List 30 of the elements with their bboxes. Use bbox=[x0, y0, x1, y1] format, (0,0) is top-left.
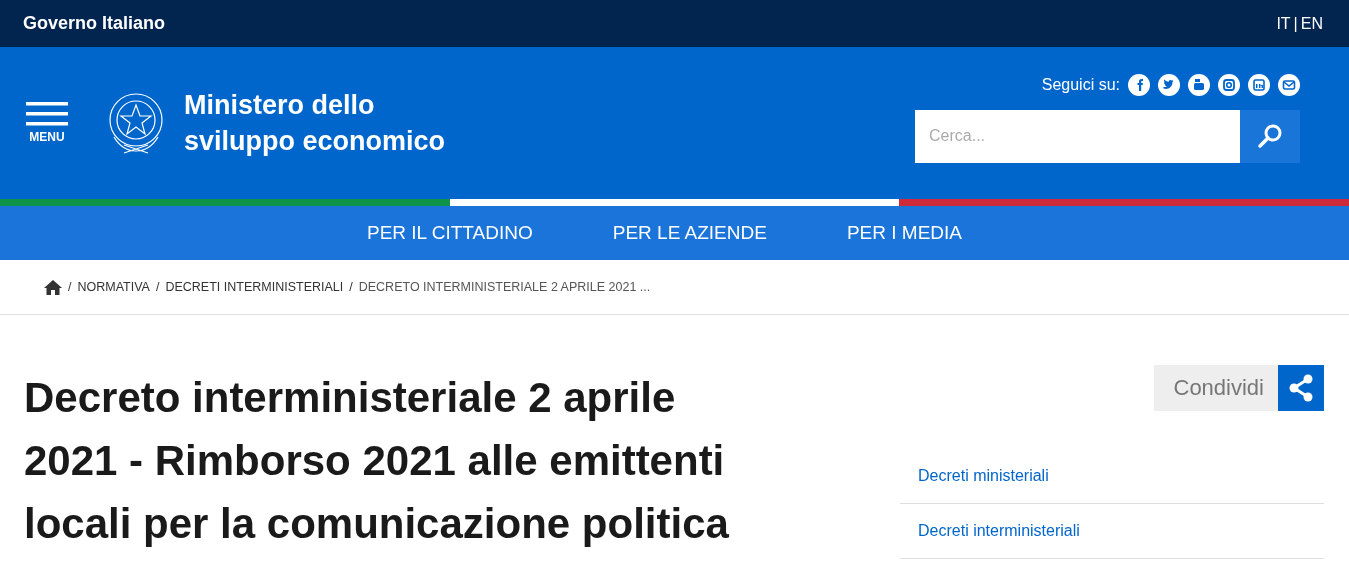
nav-link[interactable]: PER I MEDIA bbox=[846, 222, 962, 244]
breadcrumb-separator: / bbox=[68, 280, 72, 294]
site-brand[interactable]: Governo Italiano bbox=[23, 13, 166, 34]
breadcrumb-separator: / bbox=[349, 280, 353, 294]
breadcrumb-link[interactable]: DECRETI INTERMINISTERIALI bbox=[165, 280, 344, 294]
site-title[interactable]: Ministero dello sviluppo economico bbox=[184, 87, 446, 159]
social-label: Seguici su: bbox=[1041, 75, 1120, 94]
menu-button[interactable]: MENU bbox=[26, 102, 68, 144]
instagram-icon[interactable] bbox=[1218, 73, 1240, 96]
search-button[interactable] bbox=[1240, 109, 1300, 163]
share-label[interactable]: Condividi bbox=[1153, 365, 1278, 411]
breadcrumb-current: DECRETO INTERMINISTERIALE 2 APRILE 2021 ... bbox=[358, 280, 651, 294]
twitter-icon[interactable] bbox=[1158, 73, 1180, 96]
envelope-icon[interactable] bbox=[1278, 73, 1300, 96]
side-link[interactable]: Decreti interministeriali bbox=[900, 504, 1324, 559]
language-link[interactable]: IT bbox=[1276, 14, 1291, 33]
breadcrumb-separator: / bbox=[155, 280, 160, 294]
share-button[interactable] bbox=[1278, 365, 1324, 411]
breadcrumb-link[interactable]: NORMATIVA bbox=[77, 280, 150, 294]
search-icon bbox=[1257, 123, 1283, 149]
page-title: Decreto interministeriale 2 aprile 2021 - Rimborso 2021 alle emittenti locali per la comunicazione politica bbox=[24, 373, 730, 549]
nav-link[interactable]: PER LE AZIENDE bbox=[612, 222, 767, 244]
language-separator: | bbox=[1293, 14, 1298, 33]
facebook-icon[interactable] bbox=[1128, 73, 1150, 96]
search-field[interactable]: Cerca... bbox=[915, 109, 1240, 163]
language-link[interactable]: EN bbox=[1300, 14, 1323, 33]
share-icon bbox=[1288, 374, 1314, 402]
side-link[interactable]: Decreti ministeriali bbox=[900, 449, 1324, 504]
home-icon[interactable] bbox=[44, 279, 62, 295]
nav-link[interactable]: PER IL CITTADINO bbox=[367, 222, 533, 244]
